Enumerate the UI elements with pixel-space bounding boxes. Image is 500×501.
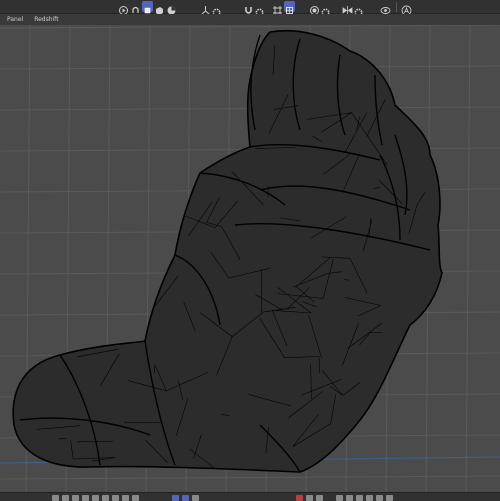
eye-icon[interactable] xyxy=(380,1,391,14)
viewport-toolbar xyxy=(0,0,500,17)
grid-snap-icon[interactable] xyxy=(272,1,283,15)
toolbar-group-symmetry xyxy=(342,0,363,17)
hand-silhouette xyxy=(12,29,443,473)
play-icon[interactable] xyxy=(118,1,129,15)
grid-line xyxy=(465,25,471,492)
gear-icon[interactable] xyxy=(321,2,330,17)
object-icon[interactable] xyxy=(154,1,165,15)
toolbar-divider xyxy=(396,1,397,12)
toolbar-group-grid xyxy=(272,0,296,15)
viewport-canvas[interactable] xyxy=(0,25,500,492)
menu-panel[interactable]: Panel xyxy=(0,16,27,23)
3d-viewport[interactable] xyxy=(0,25,500,492)
gear-icon[interactable] xyxy=(255,2,264,17)
menu-redshift[interactable]: Redshift xyxy=(27,16,62,23)
toolbar-group-render xyxy=(118,0,178,15)
record-icon[interactable] xyxy=(309,1,320,15)
grid-icon[interactable] xyxy=(284,1,295,14)
grid-line xyxy=(0,25,500,29)
gear-icon[interactable] xyxy=(212,2,221,17)
grid-line xyxy=(0,65,500,70)
toolbar-group-axis xyxy=(200,0,221,17)
viewport-menubar: Panel Redshift xyxy=(0,14,500,25)
toolbar-group-record xyxy=(309,0,330,17)
axis-icon[interactable] xyxy=(200,1,211,15)
camera-icon[interactable] xyxy=(130,1,141,13)
gear-icon[interactable] xyxy=(354,2,363,17)
symmetry-icon[interactable] xyxy=(342,1,353,15)
cube-icon[interactable] xyxy=(142,1,153,14)
toolbar-group-display xyxy=(380,0,413,16)
grid-line xyxy=(0,475,500,480)
magnet-icon[interactable] xyxy=(243,1,254,14)
text-a-icon[interactable] xyxy=(401,1,412,16)
toolbar-group-snap xyxy=(243,0,264,17)
wireframe-mesh-hand[interactable] xyxy=(12,29,443,473)
pie-icon[interactable] xyxy=(166,1,177,15)
